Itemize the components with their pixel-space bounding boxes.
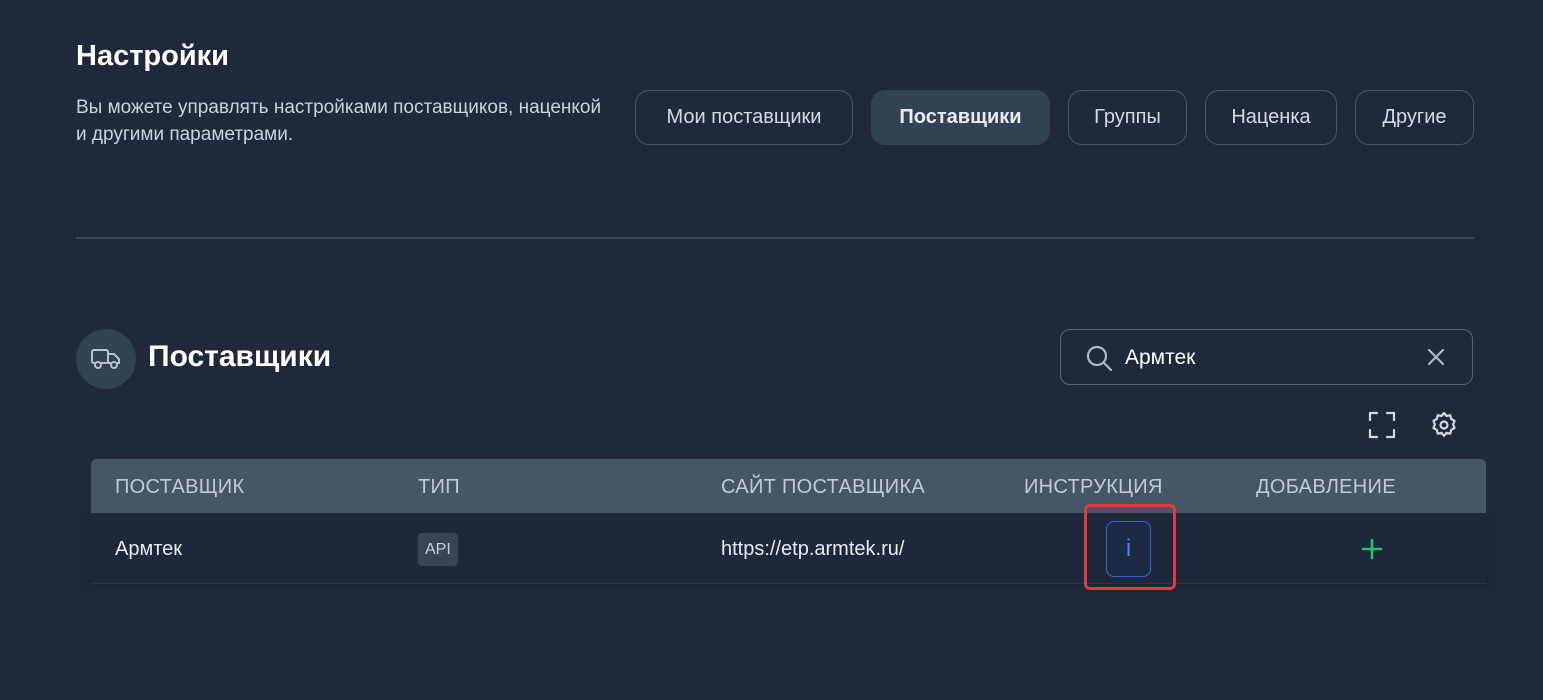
column-header-instruction[interactable]: ИНСТРУКЦИЯ (1024, 476, 1163, 499)
column-header-supplier[interactable]: ПОСТАВЩИК (115, 476, 244, 499)
gear-icon[interactable] (1429, 410, 1459, 440)
tab-groups[interactable]: Группы (1068, 90, 1187, 145)
column-header-type[interactable]: ТИП (418, 476, 460, 499)
supplier-site-link[interactable]: https://etp.armtek.ru/ (721, 538, 904, 561)
column-header-site[interactable]: САЙТ ПОСТАВЩИКА (721, 476, 925, 499)
search-icon (1085, 344, 1113, 377)
supplier-name: Армтек (115, 538, 183, 560)
instruction-button[interactable]: i (1106, 521, 1151, 577)
fullscreen-icon[interactable] (1367, 410, 1397, 440)
tab-suppliers[interactable]: Поставщики (871, 90, 1050, 145)
clear-search-icon[interactable] (1426, 347, 1446, 372)
table-header: ПОСТАВЩИК ТИП САЙТ ПОСТАВЩИКА ИНСТРУКЦИЯ… (91, 459, 1486, 513)
tab-other[interactable]: Другие (1355, 90, 1474, 145)
page-description: Вы можете управлять настройками поставщи… (76, 97, 602, 145)
truck-icon (76, 329, 136, 389)
tab-markup[interactable]: Наценка (1205, 90, 1337, 145)
tab-my-suppliers[interactable]: Мои поставщики (635, 90, 853, 145)
type-badge: API (418, 533, 458, 566)
table-row: Армтек API https://etp.armtek.ru/ (91, 513, 1486, 584)
section-divider (76, 237, 1474, 239)
search-input[interactable] (1123, 340, 1407, 376)
page-title: Настройки (76, 40, 230, 72)
search-box (1060, 329, 1473, 385)
section-title: Поставщики (148, 340, 332, 373)
plus-icon[interactable] (1360, 537, 1384, 561)
column-header-add[interactable]: ДОБАВЛЕНИЕ (1256, 476, 1396, 499)
